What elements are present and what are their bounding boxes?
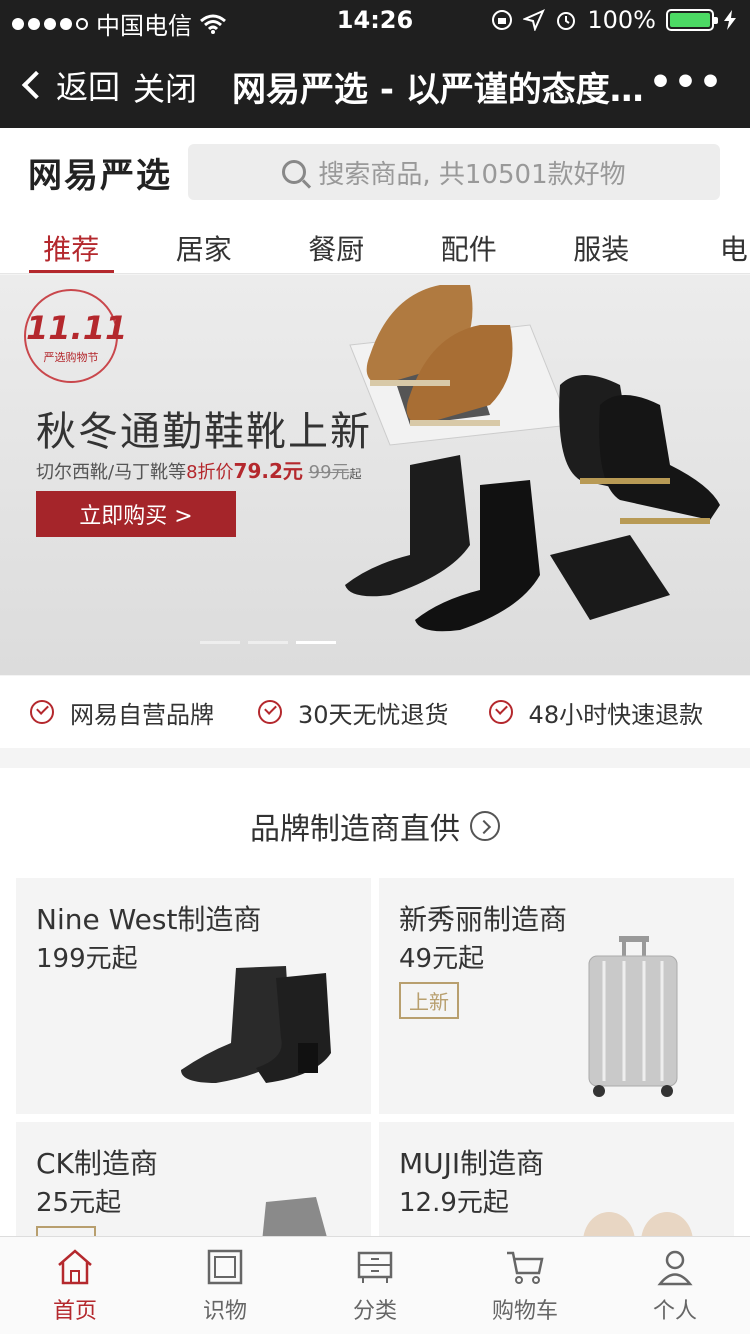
- brand-section: 品牌制造商直供 Nine West制造商 199元起 新秀丽制造商 49元起 上…: [0, 768, 750, 1334]
- banner-subtitle: 切尔西靴/马丁靴等8折价79.2元 99元起: [36, 459, 362, 483]
- rotation-lock-icon: [492, 10, 513, 30]
- more-menu-button[interactable]: •••: [649, 62, 724, 103]
- service-item-returns: 30天无忧退货: [258, 695, 449, 730]
- boots-image: [181, 966, 331, 1083]
- event-badge: 11.11 严选购物节: [24, 289, 127, 383]
- chevron-left-icon: [21, 70, 51, 100]
- category-tabs: 推荐 居家 餐厨 配件 服装 电: [0, 220, 750, 274]
- battery-icon: [666, 9, 718, 31]
- tabbar-profile[interactable]: 个人: [600, 1237, 750, 1334]
- home-icon: [58, 1249, 92, 1285]
- battery-percent: 100%: [587, 6, 656, 34]
- brand-card-ninewest[interactable]: Nine West制造商 199元起: [16, 878, 371, 1114]
- nav-bar: 返回 关闭 网易严选 - 以严谨的态度，为中国消费者甄选天下优品 •••: [0, 40, 750, 128]
- check-circle-icon: [258, 700, 282, 724]
- tabbar-category[interactable]: 分类: [300, 1237, 450, 1334]
- promo-banner[interactable]: 11.11 严选购物节 秋冬通勤鞋靴上新 切尔西靴/马丁靴等8折价79.2元 9…: [0, 275, 750, 675]
- category-icon: [357, 1251, 393, 1283]
- tab-electronics[interactable]: 电: [668, 220, 750, 273]
- search-icon: [282, 160, 307, 184]
- service-item-refund: 48小时快速退款: [488, 695, 703, 730]
- suitcase-image: [588, 936, 678, 1097]
- tabbar-cart[interactable]: 购物车: [450, 1237, 600, 1334]
- close-button[interactable]: 关闭: [133, 64, 197, 110]
- tab-kitchen[interactable]: 餐厨: [270, 220, 403, 273]
- tabbar-home[interactable]: 首页: [0, 1237, 150, 1334]
- cart-icon: [507, 1251, 544, 1284]
- brand-card-samsonite[interactable]: 新秀丽制造商 49元起 上新: [379, 878, 734, 1114]
- tab-accessories[interactable]: 配件: [403, 220, 536, 273]
- service-strip: 网易自营品牌 30天无忧退货 48小时快速退款: [0, 676, 750, 748]
- status-right: 100%: [491, 6, 736, 34]
- search-input[interactable]: 搜索商品, 共10501款好物: [188, 144, 720, 200]
- brand-section-title[interactable]: 品牌制造商直供: [0, 804, 750, 848]
- chevron-right-circle-icon: [470, 811, 500, 841]
- tab-clothing[interactable]: 服装: [535, 220, 668, 273]
- bottom-tab-bar: 首页 识物 分类 购物车 个人: [0, 1236, 750, 1334]
- tabbar-discover[interactable]: 识物: [150, 1237, 300, 1334]
- tab-home[interactable]: 居家: [138, 220, 271, 273]
- alarm-icon: [557, 12, 576, 30]
- back-button[interactable]: 返回: [20, 62, 120, 108]
- check-circle-icon: [488, 700, 513, 724]
- charging-icon: [724, 10, 736, 30]
- user-icon: [657, 1250, 693, 1286]
- page-title: 网易严选 - 以严谨的态度，为中国消费者甄选天下优品: [232, 70, 652, 110]
- tab-recommend[interactable]: 推荐: [5, 220, 138, 273]
- square-icon: [207, 1249, 243, 1285]
- service-item-brand: 网易自营品牌: [30, 695, 214, 730]
- search-placeholder: 搜索商品, 共10501款好物: [318, 159, 626, 190]
- location-icon: [523, 9, 546, 31]
- app-root: 中国电信 14:26 100% 返回 关闭 网易严选 - 以严谨的态度，为中国消…: [0, 0, 750, 1334]
- banner-title: 秋冬通勤鞋靴上新: [36, 409, 372, 455]
- back-label: 返回: [56, 68, 121, 106]
- status-bar: 中国电信 14:26 100%: [0, 0, 750, 40]
- header: 网易严选 搜索商品, 共10501款好物 推荐 居家 餐厨 配件 服装 电: [0, 128, 750, 274]
- new-tag: 上新: [399, 982, 459, 1019]
- check-circle-icon: [30, 700, 54, 724]
- logo[interactable]: 网易严选: [28, 148, 172, 197]
- buy-now-button[interactable]: 立即购买 >: [36, 491, 236, 537]
- banner-shoes-image: [345, 285, 720, 632]
- banner-pager: [200, 641, 336, 644]
